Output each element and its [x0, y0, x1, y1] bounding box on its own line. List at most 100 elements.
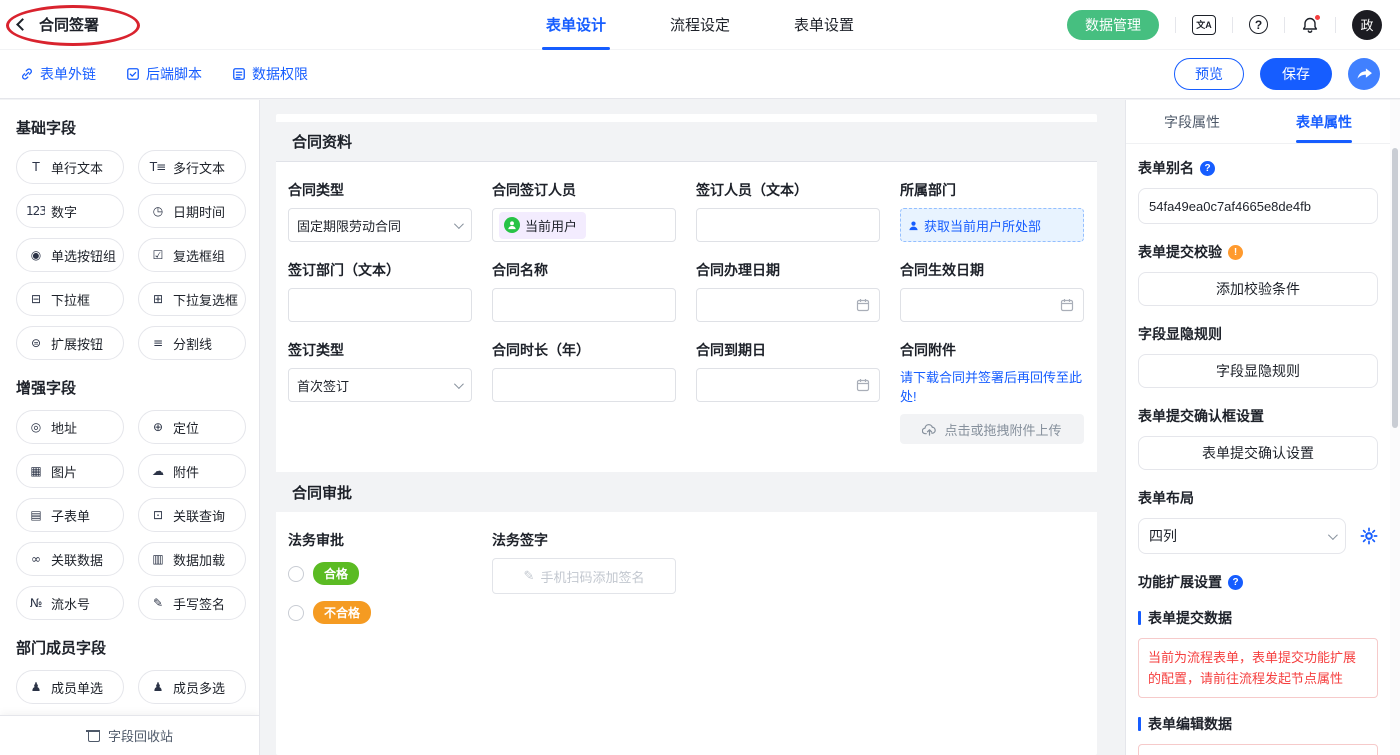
confirm-label-row: 表单提交确认框设置 — [1138, 406, 1378, 426]
data-manage-button[interactable]: 数据管理 — [1067, 10, 1159, 40]
field-type-label: 附件 — [173, 462, 199, 481]
field-label: 签订部门（文本） — [288, 260, 472, 280]
handle-date-input[interactable] — [696, 288, 880, 322]
preview-button[interactable]: 预览 — [1174, 58, 1244, 90]
data-permission-label: 数据权限 — [252, 64, 308, 84]
permission-icon — [232, 67, 246, 81]
field-type-multi-line-text[interactable]: T≡多行文本 — [138, 150, 246, 184]
recycle-label: 字段回收站 — [108, 726, 173, 745]
expire-date-input[interactable] — [696, 368, 880, 402]
radio-option-fail[interactable]: 不合格 — [288, 601, 472, 624]
signer-member-field[interactable]: 当前用户 — [492, 208, 676, 242]
field-type-address[interactable]: ◎地址 — [16, 410, 124, 444]
field-label: 法务签字 — [492, 530, 676, 550]
field-type-member-multi[interactable]: ♟成员多选 — [138, 670, 246, 704]
field-type-extend-button[interactable]: ⊜扩展按钮 — [16, 326, 124, 360]
field-type-checkbox-group[interactable]: ☑复选框组 — [138, 238, 246, 272]
tab-flow-setting[interactable]: 流程设定 — [666, 0, 734, 50]
help-circle-icon[interactable]: ? — [1200, 161, 1215, 176]
form-alias-input[interactable] — [1138, 188, 1378, 224]
translate-icon[interactable]: 文A — [1192, 15, 1216, 35]
sign-type-select[interactable]: 首次签订 — [288, 368, 472, 402]
multi-dropdown-icon: ⊞ — [148, 292, 167, 306]
radio-icon[interactable] — [288, 605, 304, 621]
field-type-number[interactable]: 123数字 — [16, 194, 124, 228]
signature-placeholder[interactable]: ✎ 手机扫码添加签名 — [492, 558, 676, 594]
duration-input[interactable] — [492, 368, 676, 402]
help-circle-icon[interactable]: ? — [1228, 575, 1243, 590]
field-type-single-line-text[interactable]: T单行文本 — [16, 150, 124, 184]
group-title: 合同审批 — [292, 482, 352, 503]
field-type-attachment[interactable]: ☁附件 — [138, 454, 246, 488]
user-avatar[interactable]: 政 — [1352, 10, 1382, 40]
share-arrow-icon — [1357, 68, 1372, 81]
effective-date-input[interactable] — [900, 288, 1084, 322]
linked-query-icon: ⊡ — [148, 508, 167, 522]
field-type-label: 关联查询 — [173, 506, 225, 525]
field-type-datetime[interactable]: ◷日期时间 — [138, 194, 246, 228]
group-header-contract-approval: 合同审批 — [276, 472, 1097, 512]
tab-form-design[interactable]: 表单设计 — [542, 0, 610, 50]
address-icon: ◎ — [26, 420, 45, 434]
field-sign-type: 签订类型 首次签订 — [288, 322, 472, 444]
chevron-down-icon — [454, 379, 464, 389]
sign-dept-input[interactable] — [288, 288, 472, 322]
field-type-location[interactable]: ⊕定位 — [138, 410, 246, 444]
radio-icon[interactable] — [288, 566, 304, 582]
submit-confirm-button[interactable]: 表单提交确认设置 — [1138, 436, 1378, 470]
notification-dot — [1314, 14, 1321, 21]
external-link-button[interactable]: 表单外链 — [20, 64, 96, 84]
contract-name-input[interactable] — [492, 288, 676, 322]
field-type-handwritten-signature[interactable]: ✎手写签名 — [138, 586, 246, 620]
field-type-linked-query[interactable]: ⊡ 关联查询 — [138, 498, 246, 532]
field-attachment: 合同附件 请下载合同并签署后再回传至此处! 点击或拖拽附件上传 — [900, 322, 1084, 444]
field-type-serial-number[interactable]: №流水号 — [16, 586, 124, 620]
field-type-linked-data[interactable]: ∞关联数据 — [16, 542, 124, 576]
field-type-multi-dropdown[interactable]: ⊞下拉复选框 — [138, 282, 246, 316]
toolbar-links: 表单外链 后端脚本 数据权限 — [0, 64, 308, 84]
attachment-upload-button[interactable]: 点击或拖拽附件上传 — [900, 414, 1084, 444]
section-title-member-fields: 部门成员字段 — [0, 620, 259, 670]
contract-type-select[interactable]: 固定期限劳动合同 — [288, 208, 472, 242]
help-icon[interactable]: ? — [1249, 15, 1268, 34]
tab-form-properties[interactable]: 表单属性 — [1258, 100, 1390, 143]
share-button[interactable] — [1348, 58, 1380, 90]
data-permission-button[interactable]: 数据权限 — [232, 64, 308, 84]
field-type-dropdown[interactable]: ⊟下拉框 — [16, 282, 124, 316]
alias-label: 表单别名 — [1138, 158, 1194, 178]
field-type-image[interactable]: ▦图片 — [16, 454, 124, 488]
department-auto-value[interactable]: 获取当前用户所处部 — [900, 208, 1084, 242]
save-button[interactable]: 保存 — [1260, 58, 1332, 90]
visibility-rules-button[interactable]: 字段显隐规则 — [1138, 354, 1378, 388]
back-icon[interactable] — [16, 18, 29, 31]
field-type-subform[interactable]: ▤子表单 — [16, 498, 124, 532]
scrollbar-thumb[interactable] — [1392, 148, 1398, 428]
tab-form-setting[interactable]: 表单设置 — [790, 0, 858, 50]
pass-tag: 合格 — [313, 562, 359, 585]
upload-label: 点击或拖拽附件上传 — [944, 420, 1061, 439]
field-label: 合同到期日 — [696, 340, 880, 360]
warning-circle-icon[interactable]: ! — [1228, 245, 1243, 260]
radio-option-pass[interactable]: 合格 — [288, 562, 472, 585]
backend-script-button[interactable]: 后端脚本 — [126, 64, 202, 84]
datetime-icon: ◷ — [148, 204, 167, 218]
field-type-member-single[interactable]: ♟成员单选 — [16, 670, 124, 704]
field-type-label: 扩展按钮 — [51, 334, 103, 353]
tab-field-properties[interactable]: 字段属性 — [1126, 100, 1258, 143]
gear-icon[interactable] — [1360, 527, 1378, 545]
add-validation-button[interactable]: 添加校验条件 — [1138, 272, 1378, 306]
field-type-data-load[interactable]: ▥数据加载 — [138, 542, 246, 576]
scrollbar-track[interactable] — [1390, 100, 1400, 755]
field-type-divider[interactable]: ≡分割线 — [138, 326, 246, 360]
field-recycle-bin[interactable]: 字段回收站 — [0, 715, 259, 755]
attachment-hint-link[interactable]: 请下载合同并签署后再回传至此处! — [900, 368, 1084, 406]
validate-label: 表单提交校验 — [1138, 242, 1222, 262]
toolbar-actions: 预览 保存 — [1174, 58, 1400, 90]
field-type-radio-group[interactable]: ◉单选按钮组 — [16, 238, 124, 272]
notification-bell-icon[interactable] — [1301, 16, 1319, 34]
divider — [1232, 17, 1233, 33]
signer-text-input[interactable] — [696, 208, 880, 242]
select-value: 首次签订 — [297, 376, 349, 395]
layout-select[interactable]: 四列 — [1138, 518, 1346, 554]
field-label: 合同时长（年） — [492, 340, 676, 360]
